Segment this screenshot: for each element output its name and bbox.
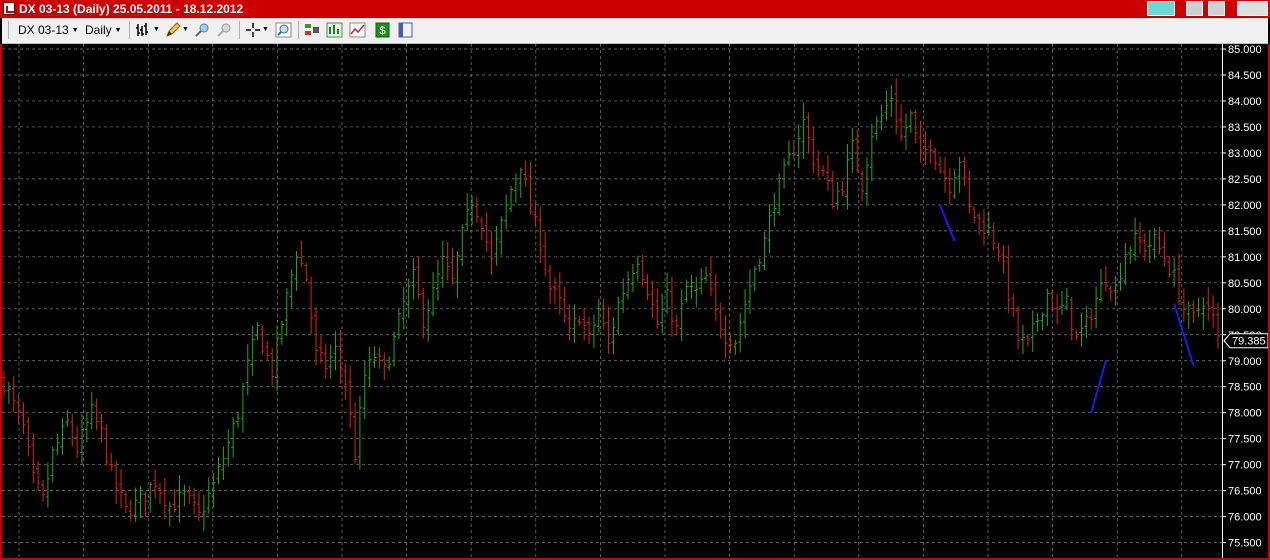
zoom-in-icon[interactable]	[194, 22, 211, 38]
chevron-down-icon: ▼	[114, 27, 122, 35]
indicators-icon[interactable]	[304, 22, 321, 38]
compare-icon[interactable]	[349, 22, 366, 38]
template-icon[interactable]	[397, 22, 414, 38]
window-title: DX 03-13 (Daily) 25.05.2011 - 18.12.2012	[19, 2, 244, 16]
chevron-down-icon: ▼	[71, 27, 79, 35]
chart-window-frame	[0, 44, 1270, 560]
toolbar-separator	[8, 21, 9, 39]
period-label: Daily	[85, 23, 112, 37]
chevron-down-icon[interactable]: ▼	[262, 22, 271, 38]
period-dropdown[interactable]: Daily ▼	[85, 23, 122, 37]
symbol-label: DX 03-13	[18, 23, 69, 37]
toolbar-separator	[239, 21, 240, 39]
chart-type-icon[interactable]	[326, 22, 343, 38]
close-button[interactable]	[1237, 1, 1268, 16]
restore-down-button[interactable]	[1147, 1, 1175, 16]
dollar-icon[interactable]: $	[374, 22, 391, 38]
magnifier-icon[interactable]	[275, 22, 292, 38]
chart-app-icon	[3, 2, 15, 15]
pencil-draw-icon[interactable]	[165, 22, 182, 38]
minimize-button[interactable]	[1186, 1, 1203, 16]
crosshair-icon[interactable]	[245, 22, 262, 38]
chart-toolbar: DX 03-13 ▼ Daily ▼ ▼ ▼ ▼ $	[2, 18, 1268, 44]
maximize-button[interactable]	[1208, 1, 1225, 16]
zoom-out-icon[interactable]	[216, 22, 233, 38]
svg-text:$: $	[379, 25, 385, 37]
toolbar-separator	[298, 21, 299, 39]
bar-chart-style-icon[interactable]	[135, 22, 152, 38]
chevron-down-icon[interactable]: ▼	[182, 22, 191, 38]
symbol-dropdown[interactable]: DX 03-13 ▼	[18, 23, 79, 37]
toolbar-separator	[129, 21, 130, 39]
chevron-down-icon[interactable]: ▼	[153, 22, 162, 38]
window-titlebar: DX 03-13 (Daily) 25.05.2011 - 18.12.2012	[0, 0, 1270, 18]
